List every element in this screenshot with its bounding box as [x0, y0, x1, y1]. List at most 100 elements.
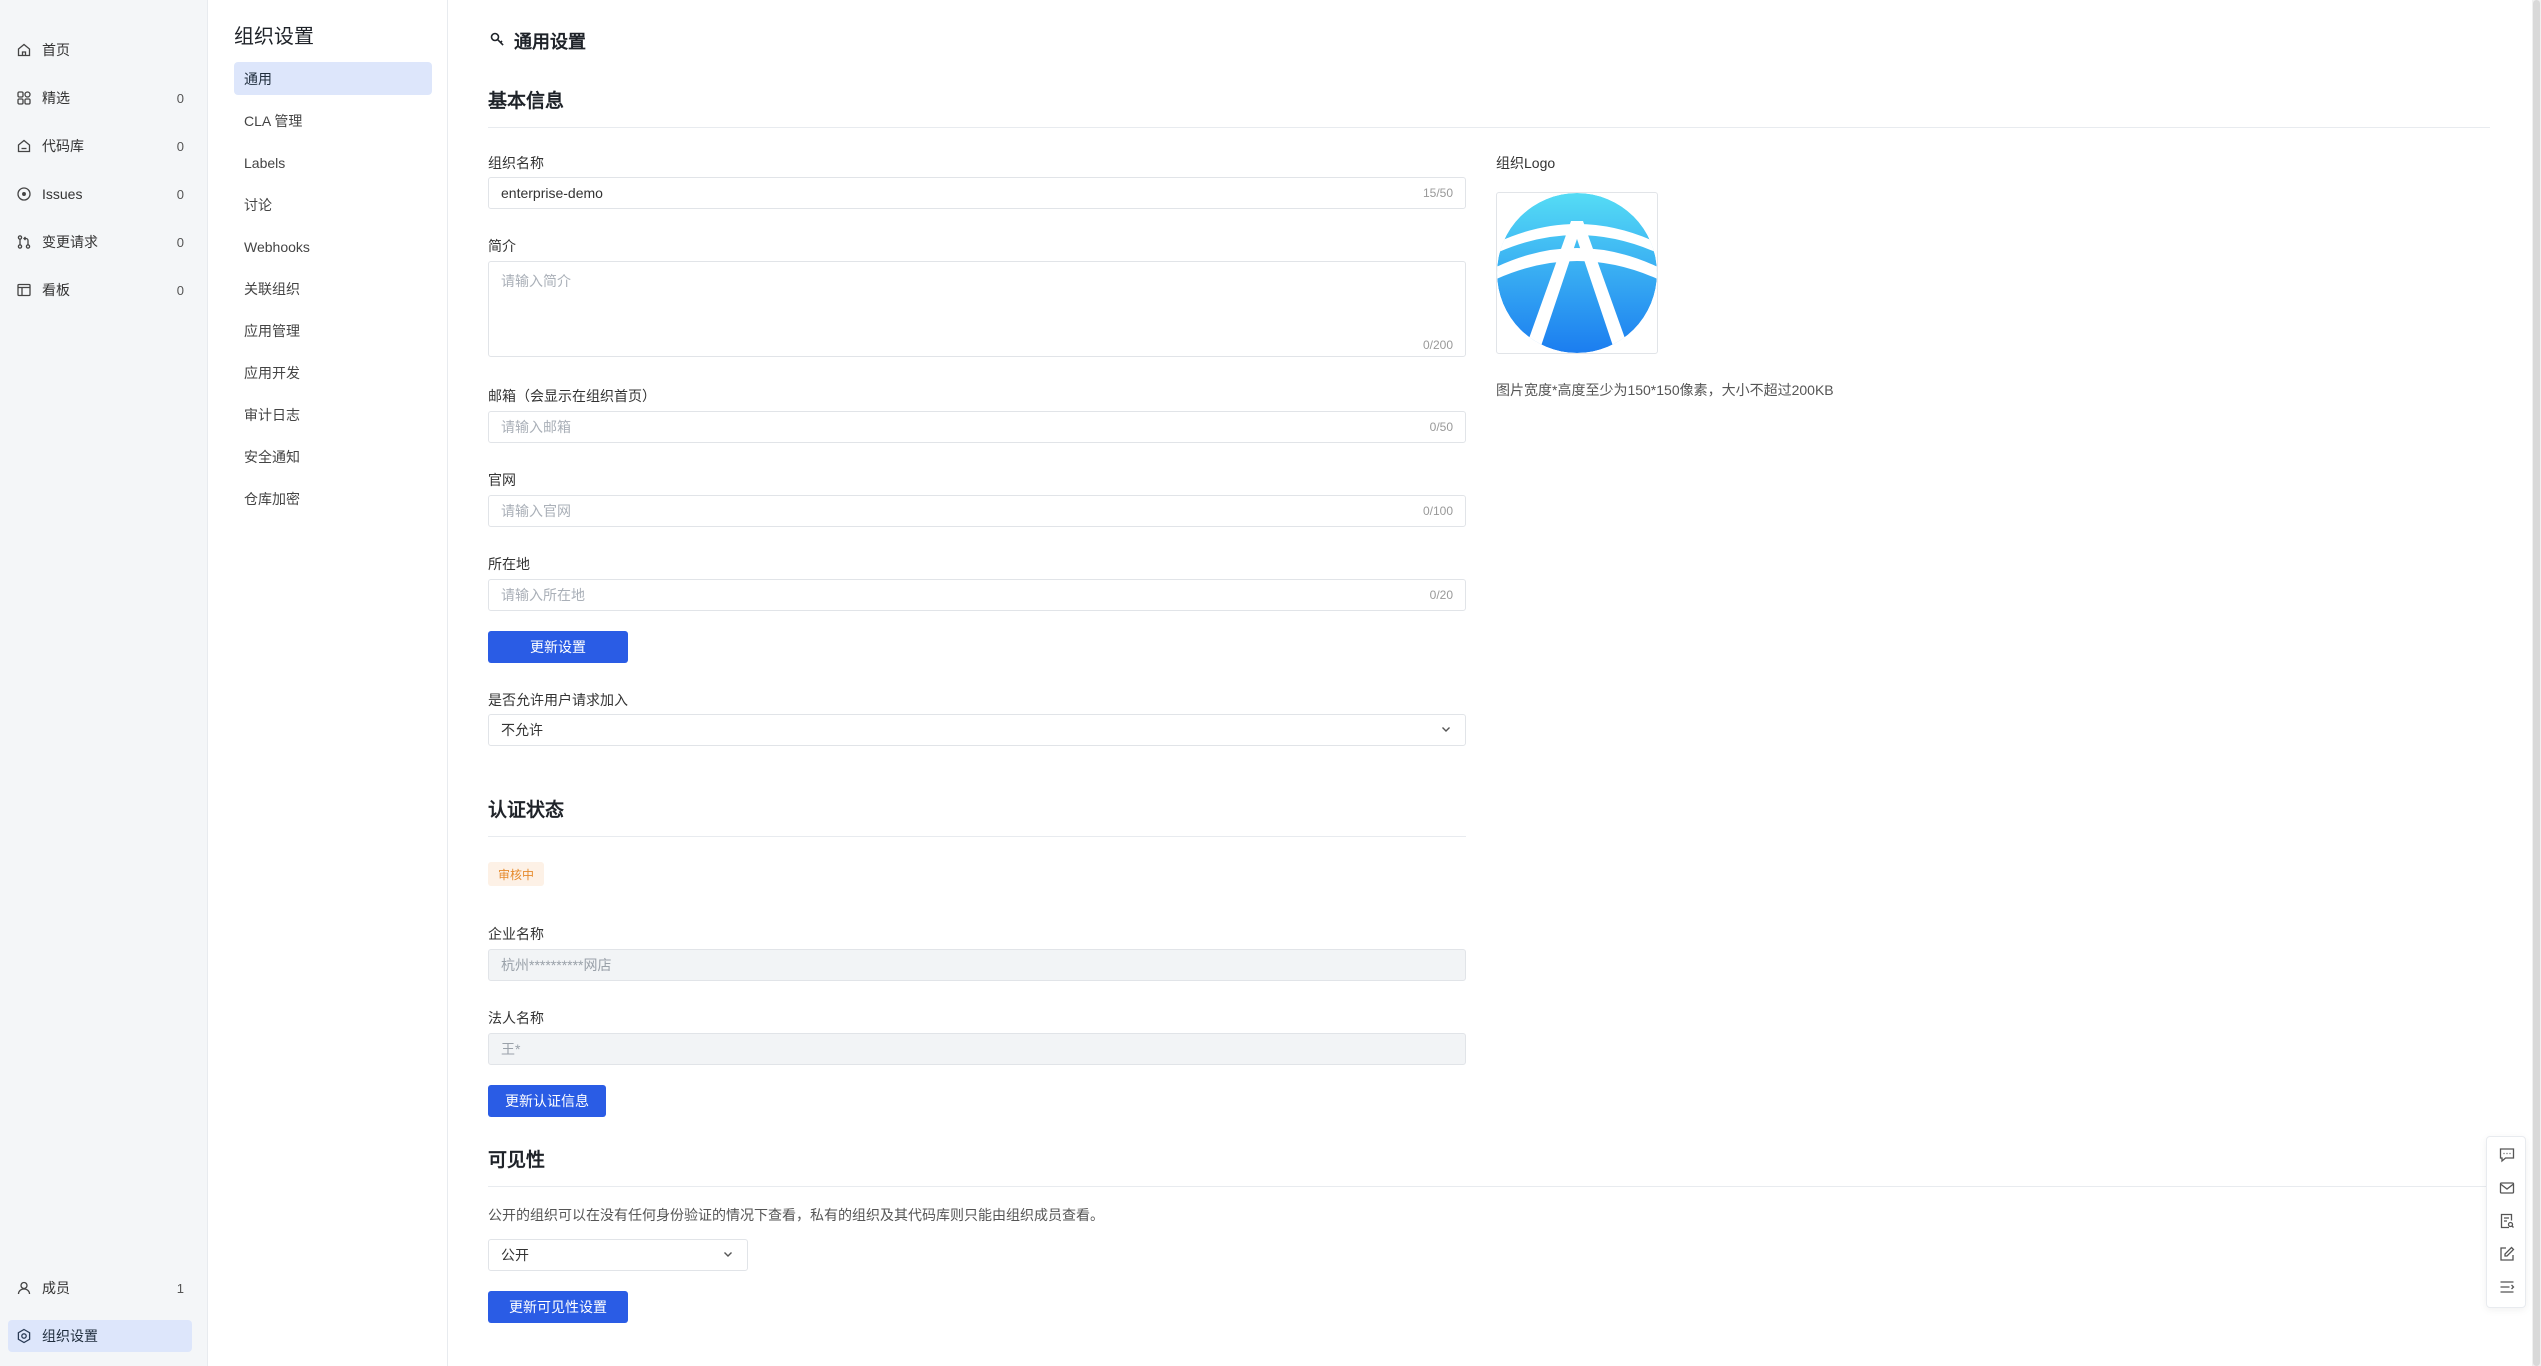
- char-counter: 0/50: [1429, 420, 1453, 434]
- subnav-item-app-development[interactable]: 应用开发: [234, 356, 432, 389]
- section-divider: [488, 836, 1466, 837]
- email-placeholder: 请输入邮箱: [501, 419, 571, 435]
- scrollbar-thumb[interactable]: [2533, 0, 2540, 1366]
- section-title-basic: 基本信息: [488, 91, 565, 112]
- chevron-down-icon: [721, 1247, 735, 1264]
- nav-item-count: 0: [176, 234, 184, 250]
- nav-item-label: Issues: [42, 186, 83, 202]
- nav-item-label: 首页: [42, 42, 70, 58]
- scrollbar[interactable]: [2532, 0, 2541, 1366]
- visibility-description: 公开的组织可以在没有任何身份验证的情况下查看，私有的组织及其代码库则只能由组织成…: [488, 1207, 1104, 1223]
- page-title: 通用设置: [514, 32, 586, 52]
- chat-icon: [2498, 1146, 2516, 1169]
- allow-join-select[interactable]: 不允许: [488, 714, 1466, 746]
- nav-item-label: 变更请求: [42, 234, 98, 250]
- char-counter: 15/50: [1422, 186, 1453, 200]
- subnav-item-webhooks[interactable]: Webhooks: [234, 230, 432, 263]
- section-title-visibility: 可见性: [488, 1150, 546, 1171]
- nav-item-issues[interactable]: Issues 0: [8, 178, 192, 210]
- section-divider: [488, 1186, 2490, 1187]
- collapse-button[interactable]: [2495, 1277, 2519, 1301]
- issue-icon: [16, 186, 32, 202]
- repo-icon: [16, 138, 32, 154]
- update-certification-button[interactable]: 更新认证信息: [488, 1085, 606, 1117]
- grid-icon: [16, 90, 32, 106]
- nav-item-home[interactable]: 首页: [8, 34, 192, 66]
- settings-icon: [16, 1328, 32, 1344]
- floating-toolbar: [2486, 1136, 2526, 1308]
- company-name-input: 杭州**********网店: [488, 949, 1466, 981]
- nav-item-featured[interactable]: 精选 0: [8, 82, 192, 114]
- org-name-input[interactable]: enterprise-demo 15/50: [488, 177, 1466, 209]
- mail-button[interactable]: [2495, 1178, 2519, 1202]
- location-placeholder: 请输入所在地: [501, 587, 585, 603]
- legal-person-label: 法人名称: [488, 1010, 544, 1026]
- company-name-label: 企业名称: [488, 926, 544, 942]
- org-name-value: enterprise-demo: [501, 185, 603, 201]
- nav-item-label: 精选: [42, 90, 70, 106]
- edit-button[interactable]: [2495, 1244, 2519, 1268]
- website-input[interactable]: 请输入官网 0/100: [488, 495, 1466, 527]
- subnav-item-security-notice[interactable]: 安全通知: [234, 440, 432, 473]
- user-icon: [16, 1280, 32, 1296]
- main-content: 通用设置 基本信息 组织名称 enterprise-demo 15/50 简介 …: [448, 0, 2490, 1366]
- section-title-certification: 认证状态: [488, 800, 565, 821]
- nav-item-label: 代码库: [42, 138, 84, 154]
- subnav-item-repo-encryption[interactable]: 仓库加密: [234, 482, 432, 515]
- legal-person-input: 王*: [488, 1033, 1466, 1065]
- allow-join-label: 是否允许用户请求加入: [488, 692, 628, 708]
- org-logo-upload[interactable]: [1496, 192, 1658, 354]
- visibility-select[interactable]: 公开: [488, 1239, 748, 1271]
- company-name-value: 杭州**********网店: [501, 957, 612, 973]
- document-search-button[interactable]: [2495, 1211, 2519, 1235]
- website-placeholder: 请输入官网: [501, 503, 571, 519]
- intro-placeholder: 请输入简介: [501, 273, 571, 289]
- email-input[interactable]: 请输入邮箱 0/50: [488, 411, 1466, 443]
- collapse-icon: [2498, 1278, 2516, 1301]
- subnav-item-audit-log[interactable]: 审计日志: [234, 398, 432, 431]
- page-header: 通用设置: [488, 28, 586, 54]
- status-badge: 审核中: [488, 862, 545, 886]
- pull-request-icon: [16, 234, 32, 250]
- char-counter: 0/100: [1422, 504, 1453, 518]
- nav-item-repos[interactable]: 代码库 0: [8, 130, 192, 162]
- board-icon: [16, 282, 32, 298]
- org-logo-image: [1497, 193, 1657, 353]
- update-visibility-button[interactable]: 更新可见性设置: [488, 1291, 628, 1323]
- subnav-item-linked-orgs[interactable]: 关联组织: [234, 272, 432, 305]
- update-settings-button[interactable]: 更新设置: [488, 631, 628, 663]
- subnav-item-cla[interactable]: CLA 管理: [234, 104, 432, 137]
- org-logo-hint: 图片宽度*高度至少为150*150像素，大小不超过200KB: [1496, 382, 1834, 398]
- intro-label: 简介: [488, 238, 516, 254]
- nav-item-count: 0: [176, 282, 184, 298]
- nav-item-count: 0: [176, 90, 184, 106]
- subnav-item-labels[interactable]: Labels: [234, 146, 432, 179]
- location-input[interactable]: 请输入所在地 0/20: [488, 579, 1466, 611]
- left-nav: 首页 精选 0 代码库 0 Issues 0 变更请求 0 看板 0 成员 1 …: [0, 0, 208, 1366]
- settings-subnav: 组织设置 通用 CLA 管理 Labels 讨论 Webhooks 关联组织 应…: [208, 0, 448, 1366]
- subnav-item-app-management[interactable]: 应用管理: [234, 314, 432, 347]
- chevron-down-icon: [1439, 722, 1453, 739]
- nav-item-members[interactable]: 成员 1: [8, 1272, 192, 1304]
- home-icon: [16, 42, 32, 58]
- nav-item-count: 1: [176, 1280, 184, 1296]
- nav-item-board[interactable]: 看板 0: [8, 274, 192, 306]
- org-name-label: 组织名称: [488, 155, 544, 171]
- nav-item-label: 成员: [42, 1280, 70, 1296]
- char-counter: 0/20: [1429, 588, 1453, 602]
- website-label: 官网: [488, 472, 516, 488]
- chat-button[interactable]: [2495, 1145, 2519, 1169]
- nav-item-label: 组织设置: [42, 1328, 98, 1344]
- intro-textarea[interactable]: 请输入简介 0/200: [488, 261, 1466, 357]
- legal-person-value: 王*: [501, 1041, 521, 1057]
- nav-item-count: 0: [176, 186, 184, 202]
- nav-item-merge-requests[interactable]: 变更请求 0: [8, 226, 192, 258]
- nav-item-org-settings[interactable]: 组织设置: [8, 1320, 192, 1352]
- nav-item-label: 看板: [42, 282, 70, 298]
- edit-icon: [2498, 1245, 2516, 1268]
- visibility-value: 公开: [501, 1247, 529, 1263]
- subnav-item-discussion[interactable]: 讨论: [234, 188, 432, 221]
- wrench-icon: [488, 30, 514, 53]
- subnav-item-general[interactable]: 通用: [234, 62, 432, 95]
- subnav-title: 组织设置: [234, 26, 314, 48]
